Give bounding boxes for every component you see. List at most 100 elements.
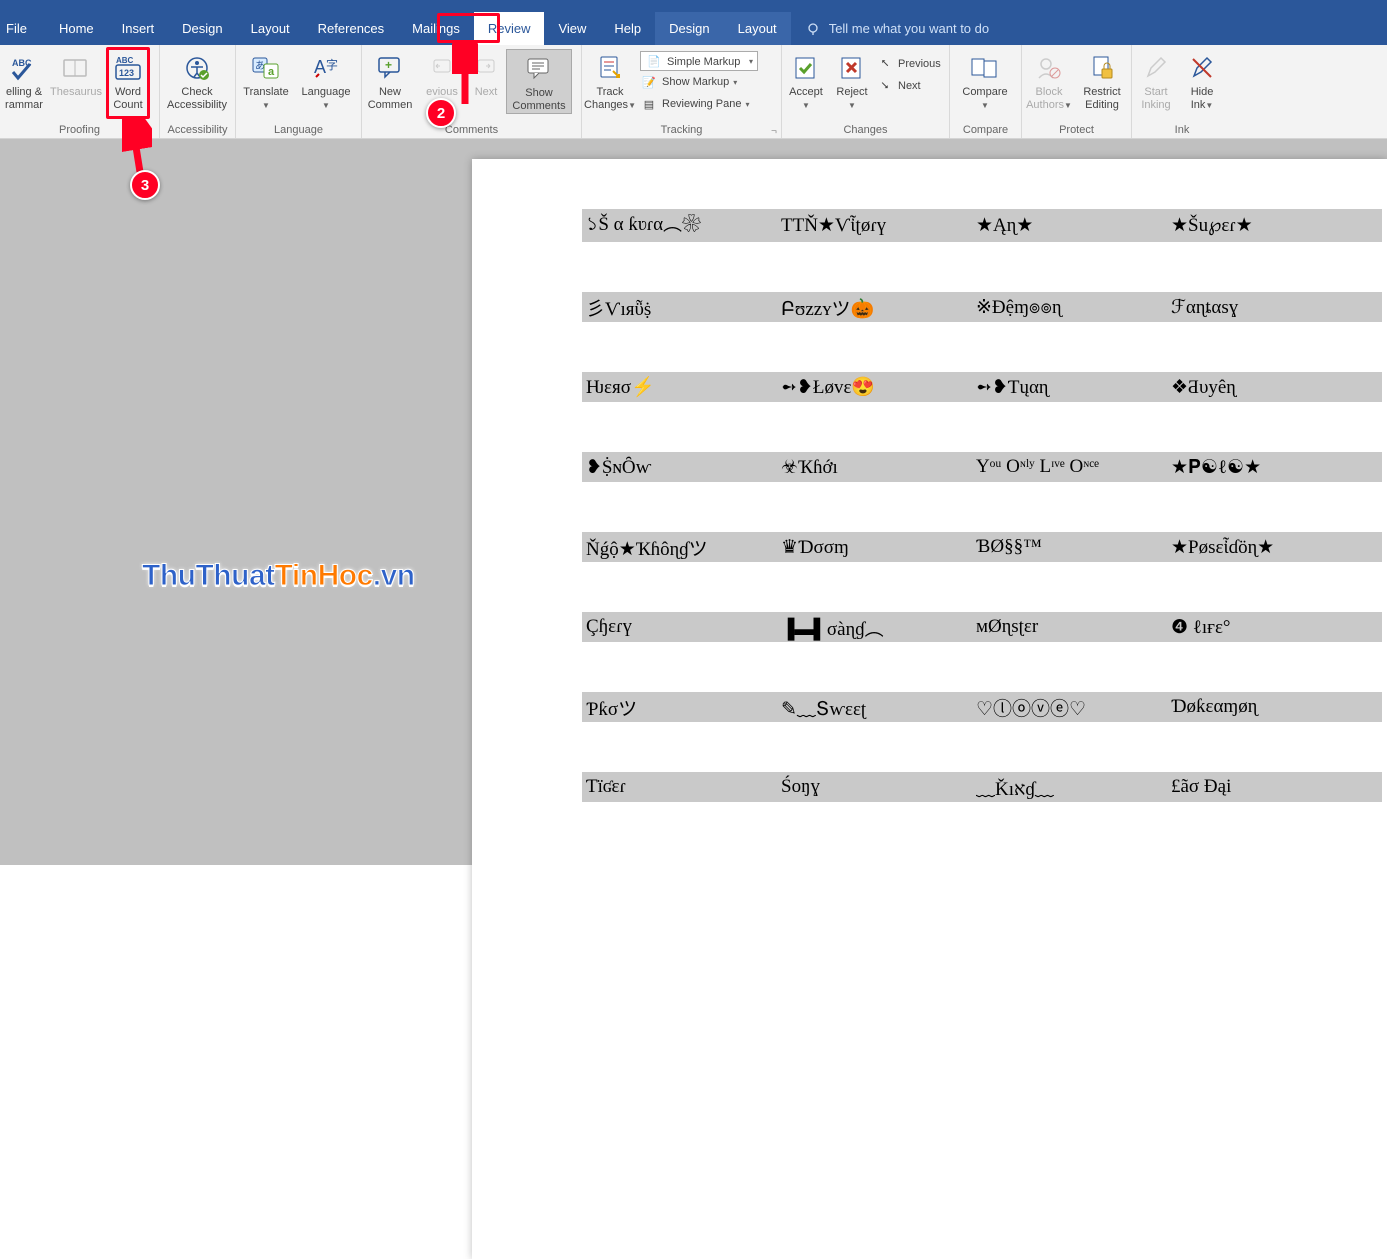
lightbulb-icon (805, 21, 821, 37)
table-cell[interactable]: Ƕɛяσ⚡ (582, 372, 777, 402)
svg-text:A: A (314, 57, 326, 77)
reject-button[interactable]: Reject▼ (830, 49, 874, 112)
table-row[interactable]: Ƕɛяσ⚡➻❥Łøvɛ😍➻❥Ƭųαɳ❖Ƌυyêɳ (582, 372, 1382, 402)
group-label-accessibility: Accessibility (160, 123, 235, 138)
table-cell[interactable]: £ãσ Ɖąi (1167, 772, 1382, 802)
menu-bar: File Home Insert Design Layout Reference… (0, 12, 1387, 45)
accept-icon (793, 51, 819, 85)
table-cell[interactable]: ℱαɳȶαsɣ (1167, 292, 1382, 322)
table-cell[interactable]: ➻❥Ƭųαɳ (972, 372, 1167, 402)
start-inking-button: Start Inking (1132, 49, 1180, 112)
reject-icon (839, 51, 865, 85)
table-cell[interactable]: 彡Ѵıяῧṩ (582, 292, 777, 322)
table-row[interactable]: Çɧɛɾү▐▬▌σàɳɠ︵мØɳsʈɛr❹ ℓıғɛ° (582, 612, 1382, 642)
tab-mailings[interactable]: Mailings (398, 12, 474, 45)
table-cell[interactable]: ﹏Ǩıﬡɠ﹏ (972, 772, 1167, 802)
translate-button[interactable]: あa Translate▼ (236, 49, 296, 112)
accessibility-icon (184, 51, 210, 85)
table-cell[interactable]: ❥ṨɴȎⱳ (582, 452, 777, 482)
table-cell[interactable]: ※Ðệɱ๏๏ɳ (972, 292, 1167, 322)
tab-review[interactable]: Review (474, 12, 545, 45)
tab-layout[interactable]: Layout (237, 12, 304, 45)
group-label-proofing: Proofing (0, 123, 159, 138)
hide-ink-button[interactable]: Hide Ink▼ (1180, 49, 1224, 112)
compare-button[interactable]: Compare▼ (950, 49, 1020, 112)
group-label-changes: Changes (782, 123, 949, 138)
table-cell[interactable]: Ňǵộ★Ҡɦôɳɠツ (582, 532, 777, 562)
accept-button[interactable]: Accept▼ (782, 49, 830, 112)
previous-change-icon: ⭦ (876, 58, 894, 71)
spelling-grammar-button[interactable]: ABC elling & rammar (0, 49, 48, 112)
block-authors-button: Block Authors▼ (1022, 49, 1076, 112)
table-cell[interactable]: ☣Ҡɦớı (777, 452, 972, 482)
markup-icon: 📄 (645, 55, 663, 68)
group-label-tracking[interactable]: Tracking (582, 123, 781, 138)
tab-insert[interactable]: Insert (108, 12, 169, 45)
table-cell[interactable]: ★𝐏☯ℓ☯★ (1167, 452, 1382, 482)
show-comments-icon (526, 52, 552, 86)
tab-table-design[interactable]: Design (655, 12, 723, 45)
table-cell[interactable]: ১Š α ƙʋɾα︵❀ (582, 209, 777, 242)
table-row[interactable]: Ňǵộ★Ҡɦôɳɠツ♛ƊσσɱƁØ§§™★Pøsɛἶɗöɳ★ (582, 532, 1382, 562)
tab-help[interactable]: Help (600, 12, 655, 45)
tell-me-search[interactable]: Tell me what you want to do (791, 12, 989, 45)
translate-icon: あa (252, 51, 280, 85)
table-cell[interactable]: ❖Ƌυyêɳ (1167, 372, 1382, 402)
changes-next-button[interactable]: ⭨Next (876, 75, 941, 97)
thesaurus-button[interactable]: Thesaurus (48, 49, 104, 111)
display-for-review-dropdown[interactable]: 📄Simple Markup▾ (640, 51, 758, 71)
comment-next-button: Next (466, 49, 506, 111)
next-comment-icon (474, 51, 498, 85)
reviewing-pane-button[interactable]: ▤Reviewing Pane▾ (640, 93, 758, 115)
tab-references[interactable]: References (304, 12, 398, 45)
hide-ink-icon (1190, 51, 1214, 85)
track-changes-button[interactable]: Track Changes▼ (582, 49, 638, 112)
table-cell[interactable]: Yᵒᵘ Oᶰˡʸ Lᶦᵛᵉ Oᶰᶜᵉ (972, 452, 1167, 482)
table-row[interactable]: ƬïʛɛɾŚoŋɣ﹏Ǩıﬡɠ﹏£ãσ Ɖąi (582, 772, 1382, 802)
show-comments-button[interactable]: Show Comments (506, 49, 572, 114)
reviewing-pane-icon: ▤ (640, 98, 658, 111)
group-label-protect: Protect (1022, 123, 1131, 138)
table-cell[interactable]: ★Šu℘ɛɾ★ (1167, 209, 1382, 242)
ribbon: ABC elling & rammar Thesaurus ABC123 Wor… (0, 45, 1387, 139)
table-row[interactable]: ❥ṨɴȎⱳ☣ҠɦớıYᵒᵘ Oᶰˡʸ Lᶦᵛᵉ Oᶰᶜᵉ★𝐏☯ℓ☯★ (582, 452, 1382, 482)
table-cell[interactable]: Çɧɛɾү (582, 612, 777, 642)
pen-icon (1144, 51, 1168, 85)
language-button[interactable]: A字 Language▼ (296, 49, 356, 112)
table-cell[interactable]: мØɳsʈɛr (972, 612, 1167, 642)
table-cell[interactable]: TTŇ★Ѵἶʈøɾү (777, 209, 972, 242)
tab-view[interactable]: View (544, 12, 600, 45)
tab-home[interactable]: Home (45, 12, 108, 45)
table-cell[interactable]: ★Pøsɛἶɗöɳ★ (1167, 532, 1382, 562)
table-cell[interactable]: ★Ąɳ★ (972, 209, 1167, 242)
document-page[interactable]: ১Š α ƙʋɾα︵❀TTŇ★Ѵἶʈøɾү★Ąɳ★★Šu℘ɛɾ★ 彡ѴıяῧṩԲʊ… (472, 159, 1387, 1259)
tab-design[interactable]: Design (168, 12, 236, 45)
table-cell[interactable]: Ɗøƙɛαɱøɳ (1167, 692, 1382, 722)
table-cell[interactable]: Ƥƙσツ (582, 692, 777, 722)
table-cell[interactable]: ♛Ɗσσɱ (777, 532, 972, 562)
table-cell[interactable]: ✎﹏Տⱳεεʈ (777, 692, 972, 722)
table-cell[interactable]: Բʊzzʏツ🎃 (777, 292, 972, 322)
annotation-callout-3: 3 (130, 170, 160, 200)
tab-file[interactable]: File (0, 12, 45, 45)
check-accessibility-button[interactable]: Check Accessibility (160, 49, 234, 112)
tab-table-layout[interactable]: Layout (724, 12, 791, 45)
table-row[interactable]: Ƥƙσツ✎﹏Տⱳεεʈ♡ⓛⓞⓥⓔ♡Ɗøƙɛαɱøɳ (582, 692, 1382, 722)
group-label-compare: Compare (950, 123, 1021, 138)
table-row[interactable]: ১Š α ƙʋɾα︵❀TTŇ★Ѵἶʈøɾү★Ąɳ★★Šu℘ɛɾ★ (582, 209, 1382, 242)
show-markup-button[interactable]: 📝Show Markup▾ (640, 71, 758, 93)
restrict-editing-button[interactable]: Restrict Editing (1076, 49, 1128, 112)
new-comment-button[interactable]: + New Commen (362, 49, 418, 112)
table-cell[interactable]: ❹ ℓıғɛ° (1167, 612, 1382, 642)
table-cell[interactable]: ➻❥Łøvɛ😍 (777, 372, 972, 402)
table-cell[interactable]: ♡ⓛⓞⓥⓔ♡ (972, 692, 1167, 722)
document-table[interactable]: ১Š α ƙʋɾα︵❀TTŇ★Ѵἶʈøɾү★Ąɳ★★Šu℘ɛɾ★ 彡ѴıяῧṩԲʊ… (582, 209, 1382, 802)
word-count-button[interactable]: ABC123 Word Count (104, 49, 152, 112)
table-cell[interactable]: Ƭïʛɛɾ (582, 772, 777, 802)
changes-previous-button[interactable]: ⭦Previous (876, 53, 941, 75)
table-row[interactable]: 彡ѴıяῧṩԲʊzzʏツ🎃※Ðệɱ๏๏ɳℱαɳȶαsɣ (582, 292, 1382, 322)
tell-me-placeholder: Tell me what you want to do (829, 21, 989, 36)
table-cell[interactable]: ƁØ§§™ (972, 532, 1167, 562)
table-cell[interactable]: Śoŋɣ (777, 772, 972, 802)
table-cell[interactable]: ▐▬▌σàɳɠ︵ (777, 612, 972, 642)
